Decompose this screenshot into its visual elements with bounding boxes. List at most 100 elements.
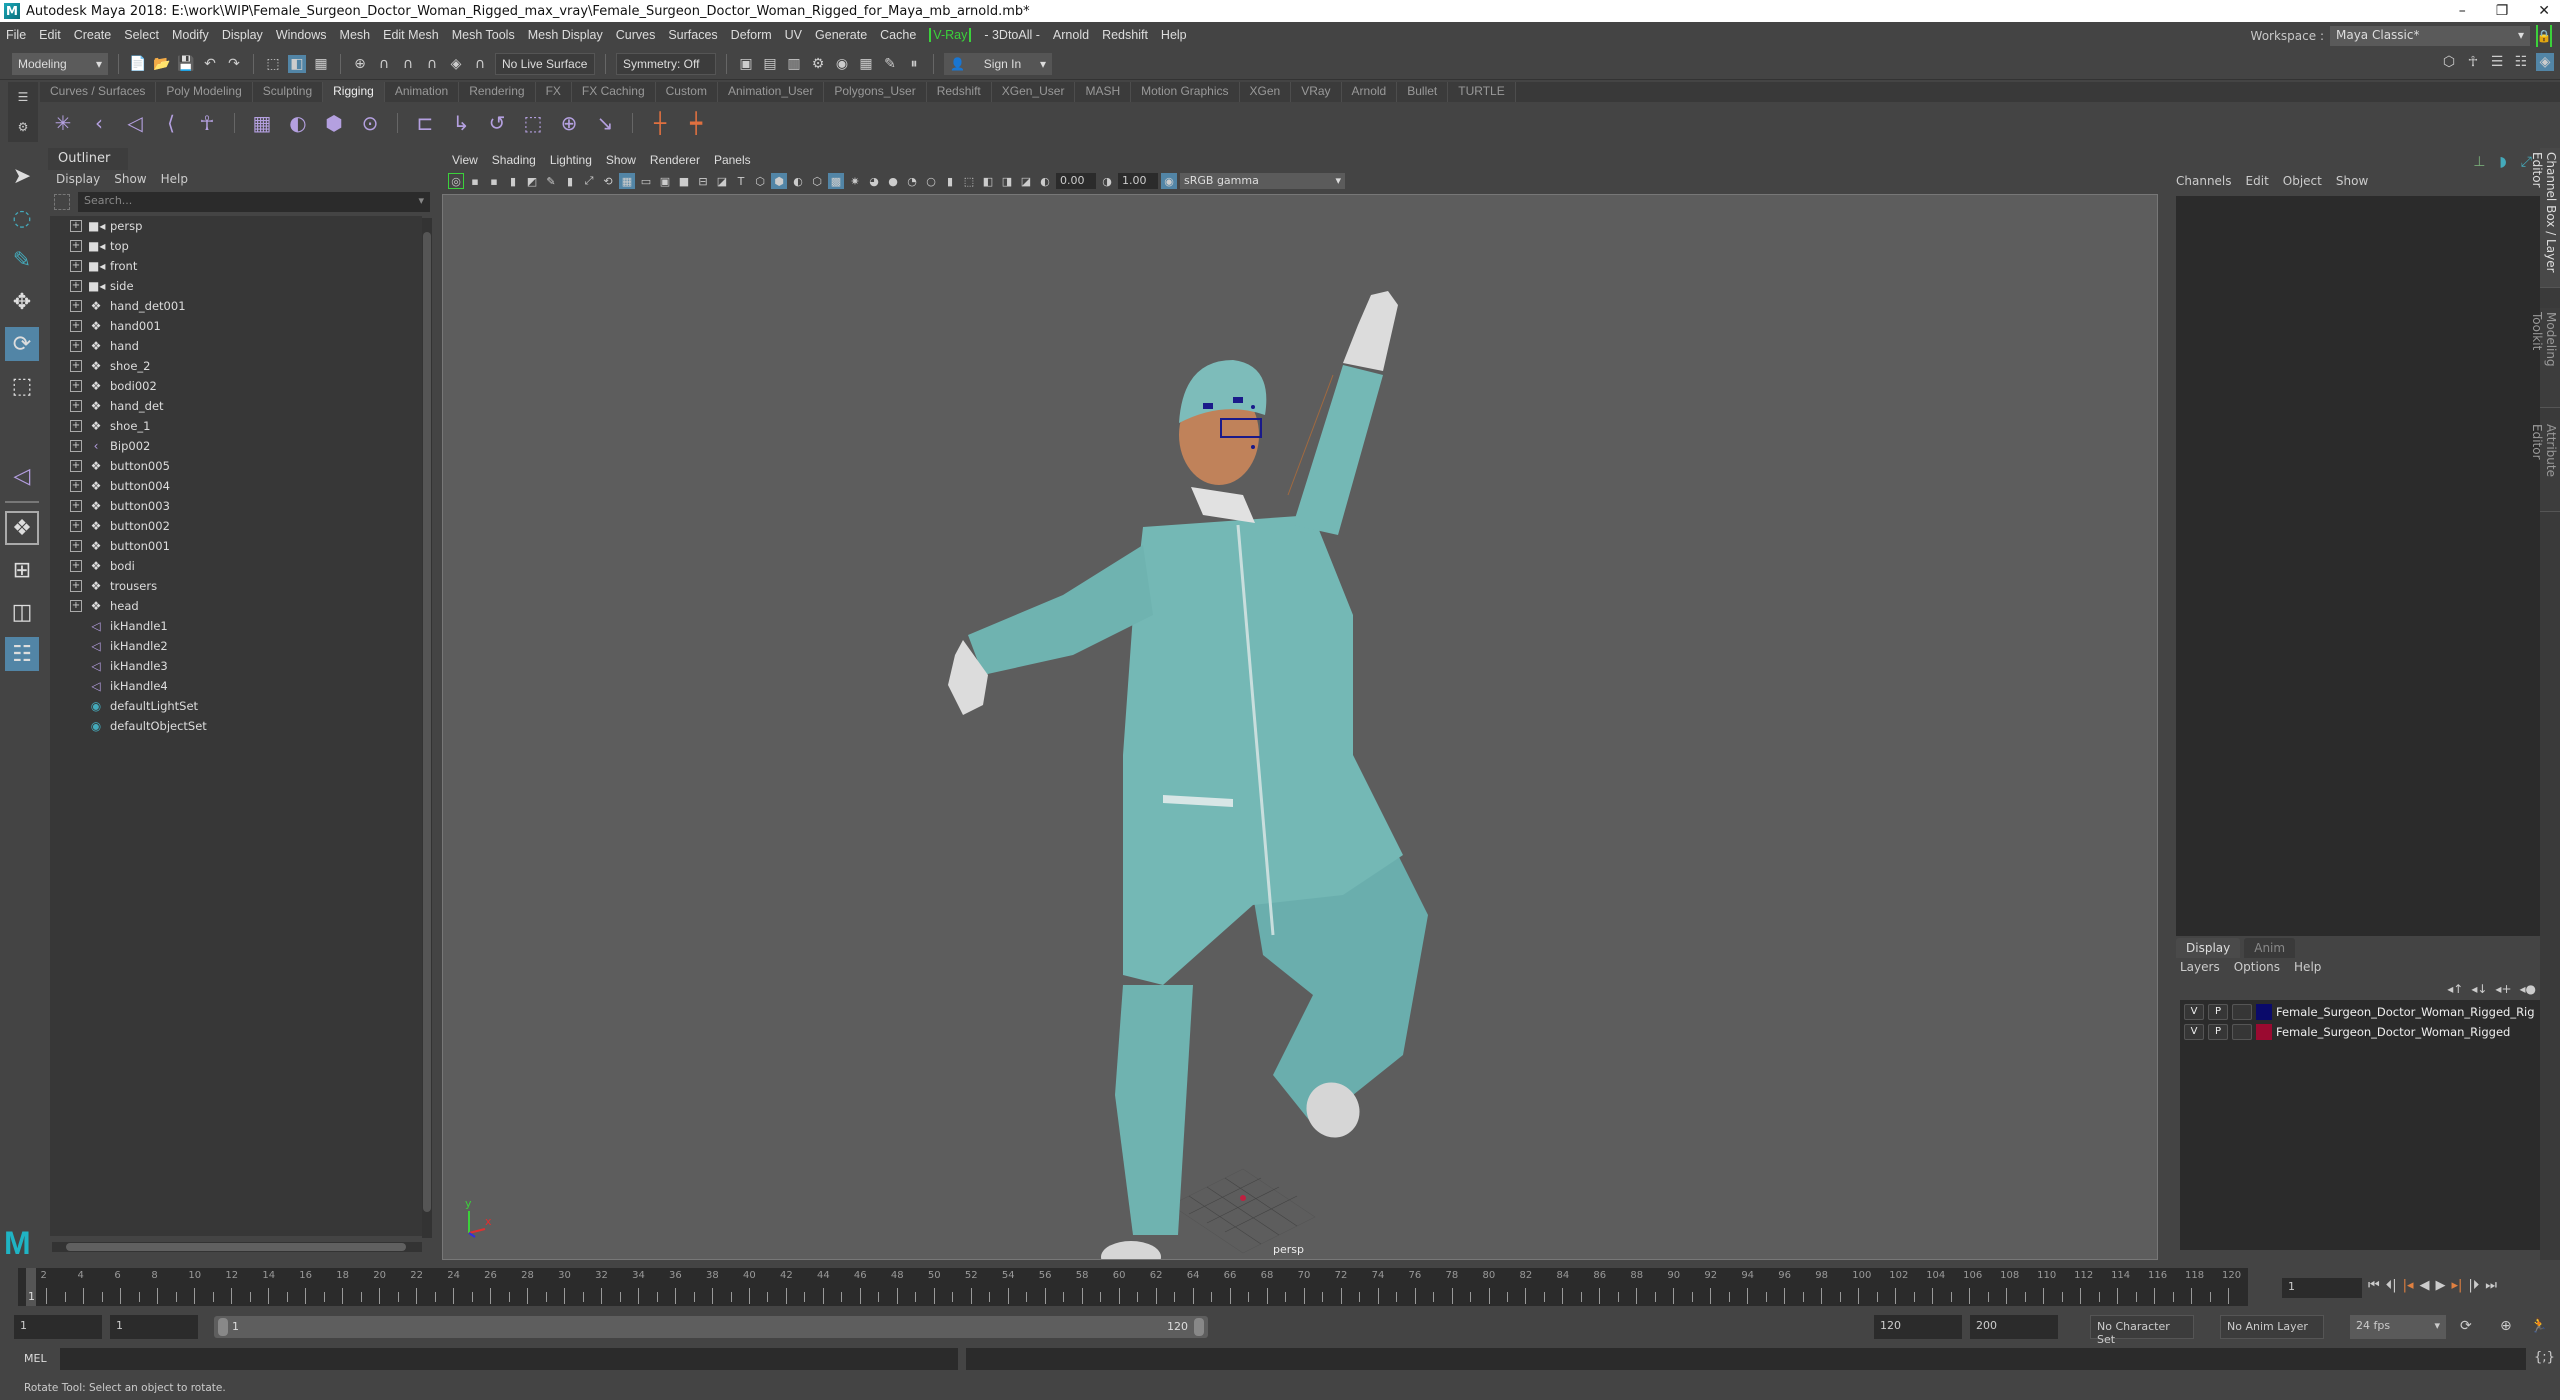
outliner-vertical-scrollbar[interactable] <box>422 218 432 1238</box>
shelf-tab-turtle[interactable]: TURTLE <box>1448 82 1516 102</box>
scroll-thumb[interactable] <box>423 232 431 1212</box>
expand-icon[interactable]: + <box>70 540 82 552</box>
animation-prefs-icon[interactable]: 🏃 <box>2530 1318 2547 1334</box>
outliner-item[interactable]: ◁ ikHandle1 <box>50 616 422 636</box>
range-slider[interactable]: 1 120 <box>214 1316 1208 1338</box>
step-forward-frame-icon[interactable]: |⏵ <box>2468 1278 2479 1293</box>
expand-icon[interactable]: + <box>70 280 82 292</box>
four-view-layout-icon[interactable]: ⊞ <box>5 553 39 587</box>
move-layer-down-icon[interactable]: ◂↓ <box>2471 982 2487 996</box>
outliner-item[interactable]: + ■◂ front <box>50 256 422 276</box>
layer-color-swatch[interactable] <box>2256 1004 2272 1020</box>
field-chart-icon[interactable]: ⊟ <box>695 173 711 189</box>
default-material-icon[interactable]: ◐ <box>790 173 806 189</box>
image-plane-icon[interactable]: ▮ <box>505 173 521 189</box>
step-back-key-icon[interactable]: |◂ <box>2403 1278 2414 1293</box>
sign-in-button[interactable]: 👤 Sign In ▾ <box>944 52 1052 75</box>
layer-row[interactable]: V P Female_Surgeon_Doctor_Woman_Rigged_Rig <box>2180 1002 2542 1022</box>
viewport-menu-view[interactable]: View <box>452 153 478 167</box>
color-space-dropdown[interactable]: sRGB gamma ▾ <box>1180 173 1345 189</box>
current-frame-field[interactable]: 1 <box>2282 1278 2362 1298</box>
expand-icon[interactable]: + <box>70 320 82 332</box>
expand-icon[interactable]: + <box>70 580 82 592</box>
outliner-item[interactable]: + ❖ hand001 <box>50 316 422 336</box>
arnold-render-icon[interactable]: ✎ <box>881 55 899 73</box>
outliner-menu-show[interactable]: Show <box>114 172 146 190</box>
shelf-tab-xgen[interactable]: XGen <box>1239 82 1292 102</box>
shelf-tab-fx-caching[interactable]: FX Caching <box>571 82 656 102</box>
quick-rig-icon[interactable]: ☥ <box>194 110 220 136</box>
render-view-icon[interactable]: ▦ <box>857 55 875 73</box>
playback-start-field[interactable]: 1 <box>110 1315 198 1339</box>
tool-settings-icon[interactable]: ☷ <box>2512 53 2530 71</box>
show-menu[interactable]: Show <box>2336 174 2368 188</box>
select-tool-icon[interactable]: ➤ <box>5 159 39 193</box>
animation-end-field[interactable]: 200 <box>1970 1315 2058 1339</box>
playback-toggle[interactable]: P <box>2208 1024 2228 1040</box>
shelf-tab-animation[interactable]: Animation <box>384 82 460 102</box>
shelf-tab-xgen-user[interactable]: XGen_User <box>991 82 1076 102</box>
speed-icon[interactable]: ◗ <box>2499 154 2506 170</box>
object-menu[interactable]: Object <box>2283 174 2322 188</box>
shelf-tab-rigging[interactable]: Rigging <box>323 82 385 102</box>
expand-icon[interactable]: + <box>70 440 82 452</box>
gamma-field[interactable]: 1.00 <box>1118 173 1158 189</box>
single-perspective-layout-icon[interactable]: ❖ <box>5 511 39 545</box>
move-tool-icon[interactable]: ✥ <box>5 285 39 319</box>
new-layer-icon[interactable]: ◂+ <box>2495 982 2511 996</box>
smooth-shade-icon[interactable]: ⬢ <box>771 173 787 189</box>
manipulator-icon[interactable]: ⊥ <box>2473 154 2485 170</box>
menu-surfaces[interactable]: Surfaces <box>668 28 717 42</box>
outliner-item[interactable]: + ❖ head <box>50 596 422 616</box>
menu-modify[interactable]: Modify <box>172 28 209 42</box>
gate-mask-icon[interactable]: ■ <box>676 173 692 189</box>
isolate-select-icon[interactable]: ⬚ <box>961 173 977 189</box>
layer-row[interactable]: V P Female_Surgeon_Doctor_Woman_Rigged <box>2180 1022 2542 1042</box>
menu-edit-mesh[interactable]: Edit Mesh <box>383 28 439 42</box>
outliner-item[interactable]: + ❖ bodi002 <box>50 376 422 396</box>
gamma-icon[interactable]: ◑ <box>1099 173 1115 189</box>
outliner-item[interactable]: + ❖ hand_det <box>50 396 422 416</box>
expand-icon[interactable]: + <box>70 360 82 372</box>
camera-lock-icon[interactable]: ▮ <box>562 173 578 189</box>
menu-cache[interactable]: Cache <box>880 28 916 42</box>
shelf-menu-icon[interactable]: ☰ <box>18 90 29 104</box>
resolution-gate-icon[interactable]: ▣ <box>657 173 673 189</box>
shadows-icon[interactable]: ◕ <box>866 173 882 189</box>
menu-mesh-display[interactable]: Mesh Display <box>528 28 603 42</box>
track-icon[interactable]: ⤢ <box>581 173 597 189</box>
scroll-thumb[interactable] <box>66 1243 406 1251</box>
step-forward-key-icon[interactable]: ▸| <box>2452 1278 2463 1293</box>
lattice-icon[interactable]: ⬢ <box>321 110 347 136</box>
tab-channel-box-layer-editor[interactable]: Channel Box / Layer Editor <box>2530 148 2560 288</box>
outliner-item[interactable]: + ❖ hand_det001 <box>50 296 422 316</box>
outliner-menu-help[interactable]: Help <box>161 172 188 190</box>
shelf-tab-rendering[interactable]: Rendering <box>459 82 536 102</box>
scale-tool-icon[interactable]: ⬚ <box>5 369 39 403</box>
menu-redshift[interactable]: Redshift <box>1102 28 1148 42</box>
hypershade-icon[interactable]: ◉ <box>833 55 851 73</box>
go-to-start-icon[interactable]: ⏮ <box>2368 1278 2380 1293</box>
expand-icon[interactable]: + <box>70 220 82 232</box>
range-start-handle[interactable] <box>218 1318 228 1336</box>
tab-modeling-toolkit[interactable]: Modeling Toolkit <box>2530 308 2560 408</box>
expand-icon[interactable]: + <box>70 600 82 612</box>
restore-button[interactable]: ❐ <box>2496 0 2509 22</box>
outliner-item[interactable]: + ❖ button004 <box>50 476 422 496</box>
outliner-item[interactable]: + ❖ bodi <box>50 556 422 576</box>
render-settings-icon[interactable]: ⚙ <box>809 55 827 73</box>
shelf-tab-redshift[interactable]: Redshift <box>926 82 992 102</box>
layer-color-swatch[interactable] <box>2256 1024 2272 1040</box>
persp-outliner-layout-icon[interactable]: ◫ <box>5 595 39 629</box>
pole-vector-constraint-icon[interactable]: ↘ <box>592 110 618 136</box>
bind-skin-icon[interactable]: ◐ <box>285 110 311 136</box>
tab-attribute-editor[interactable]: Attribute Editor <box>2530 420 2560 512</box>
shelf-tab-animation-user[interactable]: Animation_User <box>717 82 825 102</box>
go-to-end-icon[interactable]: ⏭ <box>2485 1278 2497 1293</box>
mel-input[interactable] <box>60 1348 958 1370</box>
shelf-tab-poly-modeling[interactable]: Poly Modeling <box>156 82 253 102</box>
scale-constraint-icon[interactable]: ⬚ <box>520 110 546 136</box>
menu-edit[interactable]: Edit <box>39 28 61 42</box>
exposure-icon[interactable]: ◐ <box>1037 173 1053 189</box>
snap-surface-icon[interactable]: ◈ <box>447 55 465 73</box>
